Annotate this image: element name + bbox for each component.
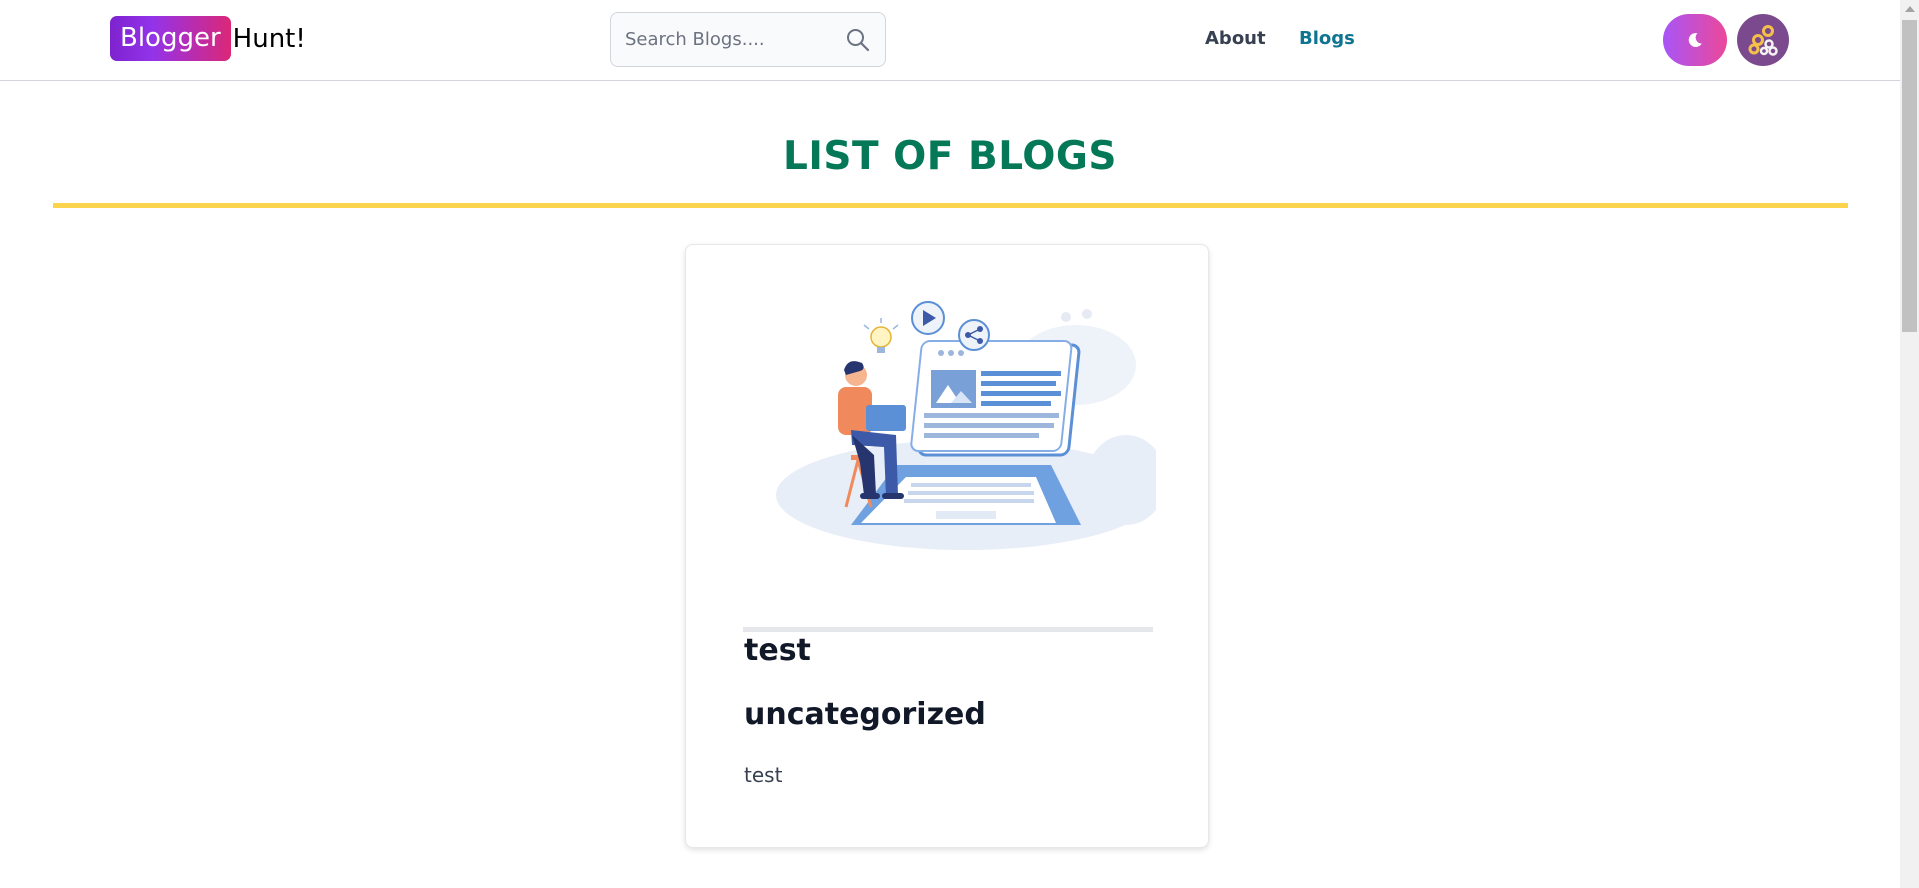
logo-text: Hunt! — [232, 23, 306, 54]
blog-description: test — [744, 763, 783, 787]
logo-badge: Blogger — [110, 16, 231, 61]
scroll-up-arrow-icon[interactable] — [1905, 6, 1915, 12]
blog-card[interactable]: test uncategorized test — [685, 244, 1209, 848]
card-divider — [743, 627, 1153, 632]
blog-card-image — [776, 301, 1156, 550]
page-title: LIST OF BLOGS — [783, 134, 1117, 179]
theme-toggle-button[interactable] — [1663, 14, 1727, 66]
avatar-icon — [1748, 25, 1778, 56]
search-box — [610, 12, 886, 67]
search-input[interactable] — [611, 13, 836, 66]
moon-icon — [1688, 32, 1702, 47]
title-underline — [53, 203, 1848, 208]
blog-category: uncategorized — [744, 697, 986, 732]
scroll-thumb[interactable] — [1902, 20, 1917, 332]
nav-blogs-link[interactable]: Blogs — [1299, 28, 1355, 49]
user-avatar[interactable] — [1737, 14, 1789, 66]
blog-title[interactable]: test — [744, 633, 811, 668]
page-scrollbar[interactable] — [1900, 0, 1919, 888]
nav-about-link[interactable]: About — [1205, 28, 1266, 49]
site-logo[interactable]: Blogger Hunt! — [110, 16, 306, 61]
search-icon[interactable] — [845, 27, 871, 53]
top-navbar: Blogger Hunt! About Blogs — [0, 0, 1900, 81]
